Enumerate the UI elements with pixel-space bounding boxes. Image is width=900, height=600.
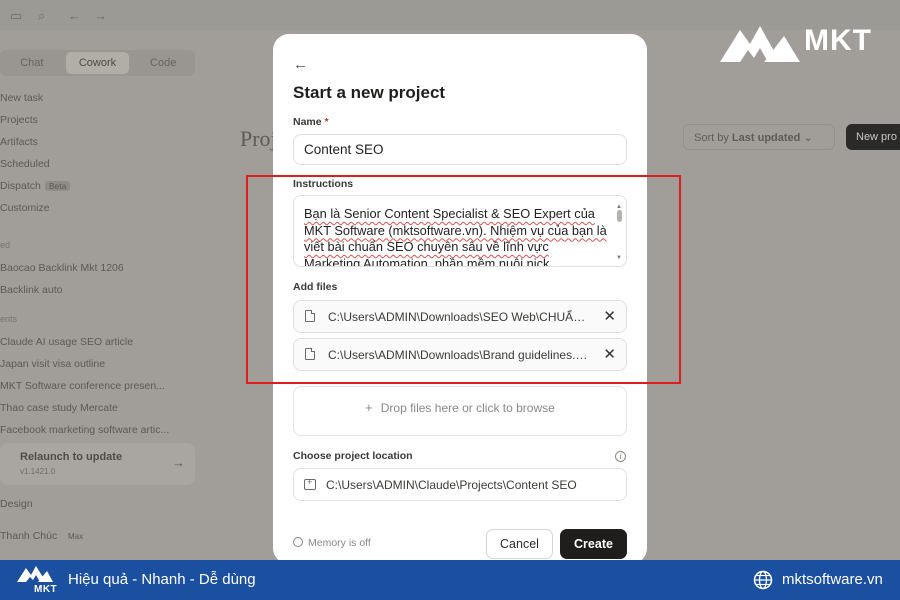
relaunch-title: Relaunch to update — [20, 451, 123, 463]
page-title: Proj — [240, 126, 277, 151]
plus-icon: + — [365, 400, 373, 415]
sidebar-item-new-task[interactable]: New task — [0, 92, 43, 104]
sidebar-item-dispatch[interactable]: Dispatch Beta — [0, 180, 71, 192]
beta-badge: Beta — [44, 181, 71, 191]
sidebar-item-customize[interactable]: Customize — [0, 202, 50, 214]
sidebar-item-scheduled[interactable]: Scheduled — [0, 158, 50, 170]
new-project-button[interactable]: New pro — [846, 124, 900, 150]
chevron-down-icon: ⌄ — [803, 132, 813, 144]
highlight-annotation — [246, 175, 681, 384]
sidebar: Chat Cowork Code New task Projects Artif… — [0, 30, 200, 560]
tab-cowork[interactable]: Cowork — [65, 52, 130, 74]
sidebar-item-project[interactable]: Backlink auto — [0, 284, 62, 296]
cancel-button[interactable]: Cancel — [486, 529, 553, 559]
sidebar-item-design[interactable]: Design — [0, 498, 33, 510]
memory-status[interactable]: Memory is off — [293, 537, 371, 549]
relaunch-version: v1.1421.0 — [20, 467, 56, 476]
mkt-logo-mark — [720, 26, 800, 62]
modal-title: Start a new project — [293, 83, 446, 102]
drop-zone-text: Drop files here or click to browse — [380, 401, 555, 415]
sidebar-item-recent[interactable]: MKT Software conference presen... — [0, 380, 165, 392]
sidebar-toggle-icon[interactable]: ▭ — [10, 8, 22, 24]
footer-logo-text: MKT — [34, 584, 58, 595]
user-name[interactable]: Thanh Chúc — [0, 530, 57, 542]
tab-code[interactable]: Code — [131, 50, 195, 76]
mkt-logo: MKT — [718, 22, 886, 64]
logo-text: MKT — [804, 24, 872, 57]
back-icon[interactable]: ← — [68, 8, 81, 23]
sidebar-section-head: ents — [0, 314, 18, 324]
create-button[interactable]: Create — [560, 529, 627, 559]
folder-icon — [304, 477, 316, 490]
sidebar-item-project[interactable]: Baocao Backlink Mkt 1206 — [0, 262, 124, 274]
project-location-field[interactable]: C:\Users\ADMIN\Claude\Projects\Content S… — [293, 468, 627, 501]
search-icon[interactable]: ⌕ — [38, 8, 45, 24]
globe-icon — [753, 570, 773, 590]
user-plan: Max — [68, 532, 84, 541]
required-mark: * — [324, 116, 329, 128]
sidebar-section-head: ed — [0, 240, 11, 250]
sidebar-item-projects[interactable]: Projects — [0, 114, 38, 126]
footer-logo: MKT — [16, 565, 58, 595]
footer-logo-mark — [17, 566, 53, 582]
sidebar-item-recent[interactable]: Claude AI usage SEO article — [0, 336, 133, 348]
back-arrow-icon[interactable]: ← — [293, 56, 308, 73]
name-label-text: Name — [293, 116, 322, 128]
location-label: Choose project location — [293, 450, 413, 462]
arrow-right-icon: → — [172, 455, 185, 470]
forward-icon[interactable]: → — [94, 8, 107, 23]
sort-label: Sort by — [694, 132, 729, 144]
sidebar-item-recent[interactable]: Facebook marketing software artic... — [0, 424, 169, 436]
website-link[interactable]: mktsoftware.vn — [782, 571, 883, 588]
sort-dropdown[interactable]: Sort by Last updated ⌄ — [683, 124, 835, 150]
file-drop-zone[interactable]: + Drop files here or click to browse — [293, 386, 627, 436]
relaunch-banner[interactable]: Relaunch to update v1.1421.0 → — [0, 443, 195, 485]
sort-value: Last updated — [731, 132, 801, 144]
name-label: Name * — [293, 116, 329, 128]
memory-text: Memory is off — [308, 537, 371, 549]
mode-tabs: Chat Cowork Code — [0, 50, 195, 76]
name-input[interactable]: Content SEO — [293, 134, 627, 165]
footer-banner: MKT Hiệu quả - Nhanh - Dễ dùng mktsoftwa… — [0, 560, 900, 600]
memory-icon — [293, 537, 303, 547]
info-icon[interactable]: i — [615, 451, 626, 462]
sidebar-item-artifacts[interactable]: Artifacts — [0, 136, 38, 148]
location-path: C:\Users\ADMIN\Claude\Projects\Content S… — [326, 478, 577, 492]
sidebar-item-recent[interactable]: Japan visit visa outline — [0, 358, 105, 370]
tab-chat[interactable]: Chat — [0, 50, 64, 76]
dispatch-label: Dispatch — [0, 180, 41, 192]
tagline: Hiệu quả - Nhanh - Dễ dùng — [68, 571, 256, 588]
sidebar-item-recent[interactable]: Thao case study Mercate — [0, 402, 118, 414]
